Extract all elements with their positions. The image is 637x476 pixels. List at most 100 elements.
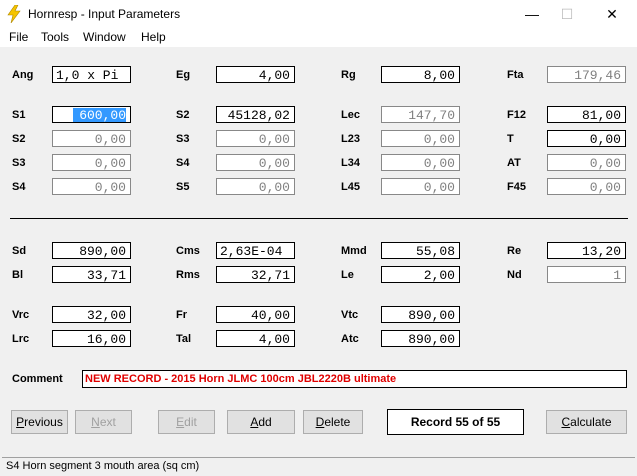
bl-label: Bl bbox=[12, 269, 23, 281]
edit-button: Edit bbox=[158, 410, 215, 434]
minimize-icon[interactable]: — bbox=[512, 3, 552, 25]
atc-field[interactable]: 890,00 bbox=[381, 330, 460, 347]
close-icon[interactable]: ✕ bbox=[592, 3, 632, 25]
lightning-bolt-icon bbox=[7, 5, 21, 23]
s2b-value: 45128,02 bbox=[227, 108, 290, 123]
lec-field[interactable]: 147,70 bbox=[381, 106, 460, 123]
l45-field[interactable]: 0,00 bbox=[381, 178, 460, 195]
re-field[interactable]: 13,20 bbox=[547, 242, 626, 259]
vtc-field[interactable]: 890,00 bbox=[381, 306, 460, 323]
rms-label: Rms bbox=[176, 269, 200, 281]
fr-field[interactable]: 40,00 bbox=[216, 306, 295, 323]
bl-value: 33,71 bbox=[86, 268, 126, 283]
sd-label: Sd bbox=[12, 245, 27, 257]
previous-button[interactable]: Previous bbox=[11, 410, 68, 434]
nd-value: 1 bbox=[613, 268, 621, 283]
lrc-field[interactable]: 16,00 bbox=[52, 330, 131, 347]
eg-field[interactable]: 4,00 bbox=[216, 66, 295, 83]
section-divider bbox=[10, 218, 628, 219]
le-value: 2,00 bbox=[423, 268, 455, 283]
calculate-button[interactable]: Calculate bbox=[546, 410, 627, 434]
s2b-field[interactable]: 45128,02 bbox=[216, 106, 295, 123]
lrc-label: Lrc bbox=[12, 333, 30, 345]
s3b-field[interactable]: 0,00 bbox=[216, 130, 295, 147]
window-title: Hornresp - Input Parameters bbox=[28, 7, 181, 21]
at-value: 0,00 bbox=[589, 156, 621, 171]
fta-value: 179,46 bbox=[574, 68, 621, 83]
maximize-icon: ☐ bbox=[560, 6, 574, 22]
title-bar: Hornresp - Input Parameters — ☐ ✕ bbox=[0, 0, 637, 28]
atc-label: Atc bbox=[341, 333, 359, 345]
l34-label: L34 bbox=[341, 157, 360, 169]
tal-value: 4,00 bbox=[258, 332, 290, 347]
edit-button-label: dit bbox=[184, 415, 197, 429]
delete-button[interactable]: Delete bbox=[303, 410, 363, 434]
s5-field[interactable]: 0,00 bbox=[216, 178, 295, 195]
s4b-value: 0,00 bbox=[258, 156, 290, 171]
next-button: Next bbox=[75, 410, 132, 434]
menu-window[interactable]: Window bbox=[83, 30, 126, 44]
add-button[interactable]: Add bbox=[227, 410, 295, 434]
status-text: S4 Horn segment 3 mouth area (sq cm) bbox=[6, 460, 200, 472]
fr-label: Fr bbox=[176, 309, 187, 321]
s4b-label: S4 bbox=[176, 157, 190, 169]
sd-field[interactable]: 890,00 bbox=[52, 242, 131, 259]
f45-field[interactable]: 0,00 bbox=[547, 178, 626, 195]
t-field[interactable]: 0,00 bbox=[547, 130, 626, 147]
l34-field[interactable]: 0,00 bbox=[381, 154, 460, 171]
f45-value: 0,00 bbox=[589, 180, 621, 195]
menu-help[interactable]: Help bbox=[141, 30, 166, 44]
record-indicator: Record 55 of 55 bbox=[387, 409, 524, 435]
s3-field[interactable]: 0,00 bbox=[52, 154, 131, 171]
menu-tools[interactable]: Tools bbox=[41, 30, 69, 44]
s2-value: 0,00 bbox=[94, 132, 126, 147]
comment-label: Comment bbox=[12, 373, 63, 385]
s4-field[interactable]: 0,00 bbox=[52, 178, 131, 195]
fta-field[interactable]: 179,46 bbox=[547, 66, 626, 83]
ang-label: Ang bbox=[12, 69, 34, 81]
le-field[interactable]: 2,00 bbox=[381, 266, 460, 283]
rg-label: Rg bbox=[341, 69, 356, 81]
comment-field[interactable]: NEW RECORD - 2015 Horn JLMC 100cm JBL222… bbox=[82, 370, 627, 388]
nd-field[interactable]: 1 bbox=[547, 266, 626, 283]
ang-field[interactable]: 1,0 x Pi bbox=[52, 66, 131, 83]
f12-field[interactable]: 81,00 bbox=[547, 106, 626, 123]
le-label: Le bbox=[341, 269, 354, 281]
s3b-value: 0,00 bbox=[258, 132, 290, 147]
mmd-field[interactable]: 55,08 bbox=[381, 242, 460, 259]
l23-field[interactable]: 0,00 bbox=[381, 130, 460, 147]
vrc-label: Vrc bbox=[12, 309, 30, 321]
atc-value: 890,00 bbox=[408, 332, 455, 347]
re-label: Re bbox=[507, 245, 522, 257]
s4b-field[interactable]: 0,00 bbox=[216, 154, 295, 171]
eg-value: 4,00 bbox=[258, 68, 290, 83]
mmd-value: 55,08 bbox=[415, 244, 455, 259]
nd-label: Nd bbox=[507, 269, 522, 281]
s3-value: 0,00 bbox=[94, 156, 126, 171]
cms-field[interactable]: 2,63E-04 bbox=[216, 242, 295, 259]
s3-label: S3 bbox=[12, 157, 26, 169]
lec-label: Lec bbox=[341, 109, 360, 121]
vtc-value: 890,00 bbox=[408, 308, 455, 323]
s4-value: 0,00 bbox=[94, 180, 126, 195]
s1-value: 600,00 bbox=[73, 108, 126, 122]
bl-field[interactable]: 33,71 bbox=[52, 266, 131, 283]
vrc-field[interactable]: 32,00 bbox=[52, 306, 131, 323]
cms-value: 2,63E-04 bbox=[220, 244, 283, 259]
f45-label: F45 bbox=[507, 181, 526, 193]
s1-field[interactable]: 600,00 bbox=[52, 106, 131, 123]
s4-label: S4 bbox=[12, 181, 26, 193]
l23-value: 0,00 bbox=[423, 132, 455, 147]
rg-field[interactable]: 8,00 bbox=[381, 66, 460, 83]
mmd-label: Mmd bbox=[341, 245, 367, 257]
f12-label: F12 bbox=[507, 109, 526, 121]
eg-label: Eg bbox=[176, 69, 191, 81]
at-field[interactable]: 0,00 bbox=[547, 154, 626, 171]
tal-field[interactable]: 4,00 bbox=[216, 330, 295, 347]
rms-field[interactable]: 32,71 bbox=[216, 266, 295, 283]
status-bar: S4 Horn segment 3 mouth area (sq cm) bbox=[2, 457, 635, 475]
s2-field[interactable]: 0,00 bbox=[52, 130, 131, 147]
vtc-label: Vtc bbox=[341, 309, 359, 321]
menu-file[interactable]: File bbox=[9, 30, 28, 44]
at-label: AT bbox=[507, 157, 521, 169]
